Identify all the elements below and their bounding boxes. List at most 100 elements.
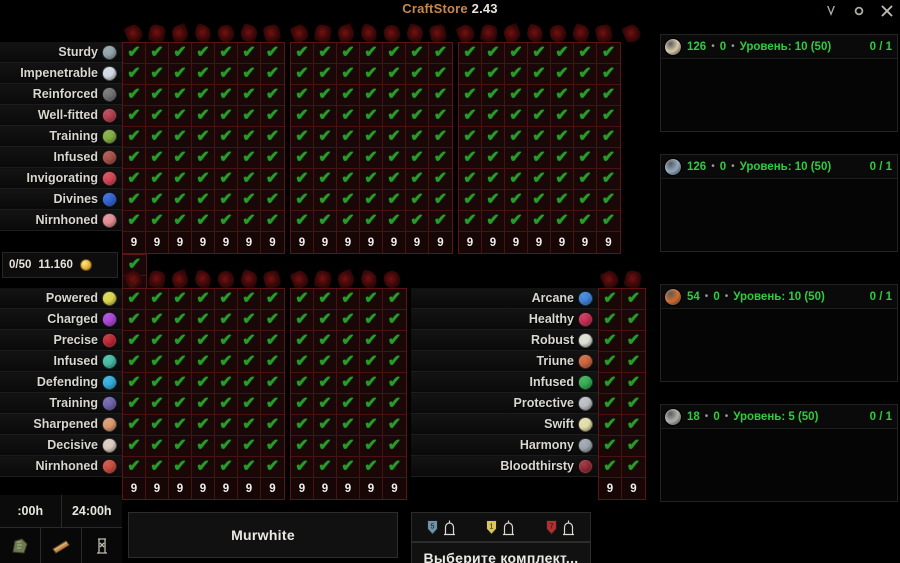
trait-known-cell[interactable]: ✔ [528,64,551,85]
equipment-slot-icon[interactable] [260,22,283,42]
trait-row-divines[interactable]: Divines [0,189,122,210]
trait-known-cell[interactable]: ✔ [360,352,383,373]
trait-known-cell[interactable]: ✔ [238,169,261,190]
trait-known-cell[interactable]: ✔ [528,190,551,211]
trait-known-cell[interactable]: ✔ [146,43,169,64]
trait-known-cell[interactable]: ✔ [622,373,645,394]
trait-known-cell[interactable]: ✔ [505,64,528,85]
trait-known-cell[interactable]: ✔ [169,331,192,352]
trait-known-cell[interactable]: ✔ [261,43,284,64]
material-card-body[interactable] [661,309,897,381]
trait-known-cell[interactable]: ✔ [238,352,261,373]
material-card-body[interactable] [661,179,897,251]
trait-known-cell[interactable]: ✔ [291,331,314,352]
trait-known-cell[interactable]: ✔ [261,211,284,232]
minimize-circle-icon[interactable] [852,3,866,19]
trait-known-cell[interactable]: ✔ [169,190,192,211]
equipment-slot-icon[interactable] [500,22,523,42]
trait-known-cell[interactable]: ✔ [215,106,238,127]
trait-known-cell[interactable]: ✔ [261,457,284,478]
trait-row-healthy[interactable]: Healthy [411,309,598,330]
trait-known-cell[interactable]: ✔ [169,43,192,64]
trait-known-cell[interactable]: ✔ [192,310,215,331]
trait-known-cell[interactable]: ✔ [215,190,238,211]
trait-known-cell[interactable]: ✔ [505,169,528,190]
trait-known-cell[interactable]: ✔ [383,310,406,331]
trait-known-cell[interactable]: ✔ [360,331,383,352]
clothing-station-icon[interactable] [82,528,122,563]
trait-known-cell[interactable]: ✔ [574,64,597,85]
trait-known-cell[interactable]: ✔ [261,169,284,190]
trait-known-cell[interactable]: ✔ [482,211,505,232]
trait-known-cell[interactable]: ✔ [406,64,429,85]
trait-known-cell[interactable]: ✔ [291,415,314,436]
trait-known-cell[interactable]: ✔ [337,64,360,85]
equipment-slot-icon[interactable] [620,22,643,42]
trait-row-charged[interactable]: Charged [0,309,122,330]
equipment-slot-icon[interactable] [357,268,380,288]
trait-known-cell[interactable]: ✔ [238,394,261,415]
trait-known-cell[interactable]: ✔ [597,106,620,127]
trait-known-cell[interactable]: ✔ [597,64,620,85]
material-card[interactable]: 54 • 0 • Уровень: 10 (50) 0 / 1 [660,284,898,382]
trait-known-cell[interactable]: ✔ [169,394,192,415]
trait-known-cell[interactable]: ✔ [314,415,337,436]
trait-known-cell[interactable]: ✔ [360,64,383,85]
trait-known-cell[interactable]: ✔ [169,85,192,106]
trait-known-cell[interactable]: ✔ [383,436,406,457]
trait-row-infused[interactable]: Infused [0,351,122,372]
trait-known-cell[interactable]: ✔ [383,190,406,211]
trait-known-cell[interactable]: ✔ [146,436,169,457]
trait-known-cell[interactable]: ✔ [215,352,238,373]
trait-known-cell[interactable]: ✔ [238,85,261,106]
trait-known-cell[interactable]: ✔ [123,43,146,64]
trait-known-cell[interactable]: ✔ [429,127,452,148]
trait-known-cell[interactable]: ✔ [505,127,528,148]
trait-known-cell[interactable]: ✔ [360,310,383,331]
trait-known-cell[interactable]: ✔ [192,43,215,64]
trait-known-cell[interactable]: ✔ [291,169,314,190]
trait-known-cell[interactable]: ✔ [383,394,406,415]
trait-row-sturdy[interactable]: Sturdy [0,42,122,63]
trait-known-cell[interactable]: ✔ [599,289,622,310]
trait-known-cell[interactable]: ✔ [505,106,528,127]
trait-known-cell[interactable]: ✔ [505,148,528,169]
trait-known-cell[interactable]: ✔ [482,85,505,106]
trait-known-cell[interactable]: ✔ [314,190,337,211]
trait-known-cell[interactable]: ✔ [599,436,622,457]
equipment-slot-icon[interactable] [168,22,191,42]
trait-known-cell[interactable]: ✔ [482,169,505,190]
trait-known-cell[interactable]: ✔ [146,148,169,169]
trait-row-defending[interactable]: Defending [0,372,122,393]
trait-known-cell[interactable]: ✔ [192,415,215,436]
trait-known-cell[interactable]: ✔ [459,127,482,148]
trait-known-cell[interactable]: ✔ [551,211,574,232]
trait-known-cell[interactable]: ✔ [314,106,337,127]
trait-known-cell[interactable]: ✔ [337,106,360,127]
trait-known-cell[interactable]: ✔ [215,64,238,85]
trait-known-cell[interactable]: ✔ [192,169,215,190]
trait-known-cell[interactable]: ✔ [192,64,215,85]
trait-known-cell[interactable]: ✔ [429,106,452,127]
trait-known-cell[interactable]: ✔ [406,148,429,169]
trait-known-cell[interactable]: ✔ [123,106,146,127]
trait-known-cell[interactable]: ✔ [238,457,261,478]
trait-known-cell[interactable]: ✔ [551,43,574,64]
trait-known-cell[interactable]: ✔ [192,352,215,373]
trait-known-cell[interactable]: ✔ [482,127,505,148]
trait-known-cell[interactable]: ✔ [146,331,169,352]
trait-known-cell[interactable]: ✔ [215,169,238,190]
trait-known-cell[interactable]: ✔ [337,373,360,394]
trait-known-cell[interactable]: ✔ [261,190,284,211]
trait-known-cell[interactable]: ✔ [337,352,360,373]
trait-known-cell[interactable]: ✔ [622,289,645,310]
trait-known-cell[interactable]: ✔ [459,85,482,106]
trait-known-cell[interactable]: ✔ [599,310,622,331]
trait-known-cell[interactable]: ✔ [337,310,360,331]
trait-known-cell[interactable]: ✔ [622,331,645,352]
trait-known-cell[interactable]: ✔ [597,43,620,64]
trait-known-cell[interactable]: ✔ [360,127,383,148]
trait-known-cell[interactable]: ✔ [622,352,645,373]
trait-known-cell[interactable]: ✔ [314,310,337,331]
trait-known-cell[interactable]: ✔ [337,85,360,106]
